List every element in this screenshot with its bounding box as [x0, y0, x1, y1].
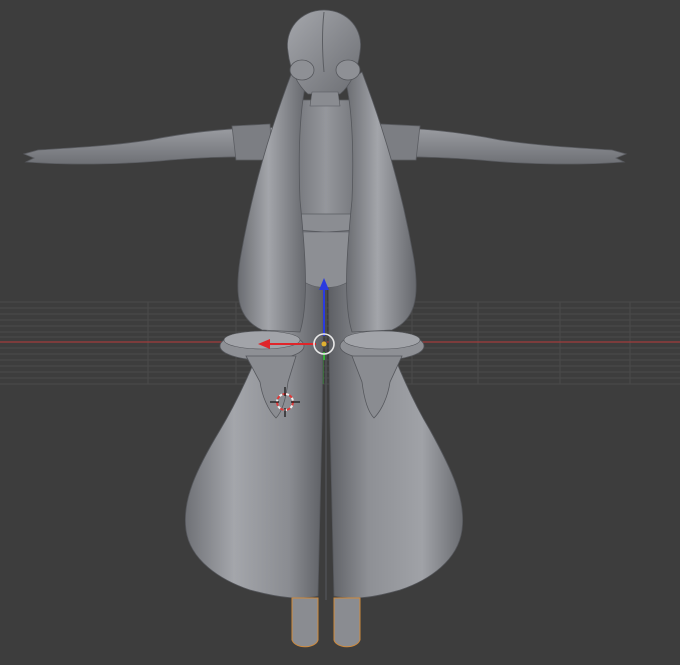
3d-viewport[interactable]: [0, 0, 680, 665]
object-origin-dot: [321, 341, 327, 347]
left-foot[interactable]: [291, 597, 319, 648]
left-hair-tie: [289, 59, 315, 81]
right-foot[interactable]: [333, 597, 361, 648]
right-hair-tail[interactable]: [345, 71, 417, 333]
belt: [293, 213, 359, 233]
neck: [309, 91, 341, 107]
head[interactable]: [286, 9, 362, 95]
left-hair-tail[interactable]: [237, 71, 307, 333]
viewport-scene[interactable]: [0, 0, 680, 665]
back-panel: [299, 231, 353, 288]
right-hair-tie: [335, 59, 361, 81]
